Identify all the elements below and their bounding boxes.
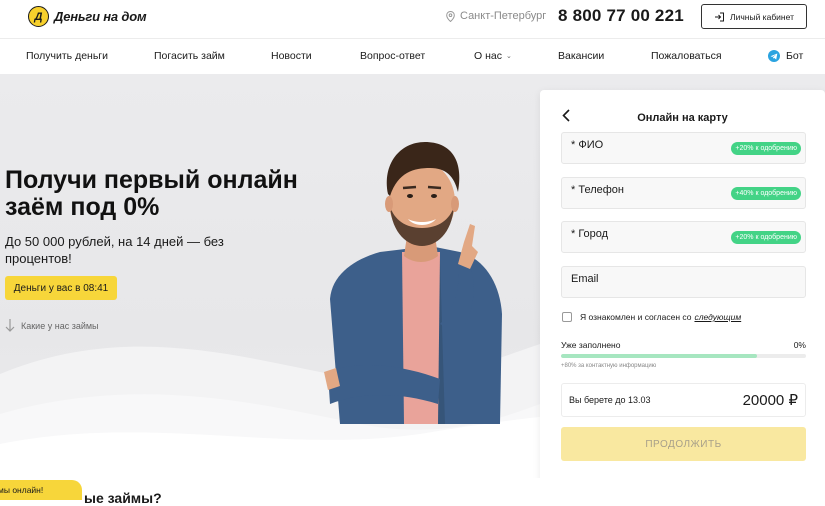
loans-link[interactable]: Какие у нас займы	[5, 319, 99, 332]
nav-label: Вакансии	[558, 50, 605, 62]
agreement-text: Я ознакомлен и согласен со	[580, 312, 692, 322]
arrow-down-icon	[5, 319, 15, 332]
repay-date-label: Вы берете до 13.03	[569, 395, 651, 405]
loan-form-card: Онлайн на карту * ФИО +20% к одобрению *…	[540, 90, 825, 485]
field-label: * Город	[571, 228, 609, 240]
hero-subtitle: До 50 000 рублей, на 14 дней — без проце…	[5, 234, 224, 266]
filled-label: Уже заполнено	[561, 340, 621, 350]
personal-cabinet-button[interactable]: Личный кабинет	[701, 4, 807, 29]
form-title: Онлайн на карту	[637, 112, 728, 124]
phone-number[interactable]: 8 800 77 00 221	[558, 6, 684, 26]
filled-percent: 0%	[793, 340, 806, 350]
logo-mark-icon: Д	[28, 6, 49, 27]
nav-label: Бот	[786, 50, 804, 62]
agreement-link[interactable]: следующим	[694, 312, 741, 322]
agreement-row: Я ознакомлен и согласен со следующим	[562, 312, 741, 322]
nav-label: Погасить займ	[154, 50, 225, 62]
smiling-man-image	[324, 142, 502, 424]
next-section-heading: ые займы?	[84, 490, 162, 506]
cabinet-label: Личный кабинет	[730, 11, 794, 22]
approval-badge: +20% к одобрению	[731, 142, 801, 155]
full-name-field[interactable]: * ФИО +20% к одобрению	[561, 132, 806, 164]
main-nav: Получить деньги Погасить займ Новости Во…	[0, 38, 825, 74]
repay-summary: Вы берете до 13.03 20000 ₽	[561, 383, 806, 417]
chevron-down-icon: ⌄	[505, 53, 512, 60]
nav-item-repay-loan[interactable]: Погасить займ	[154, 50, 225, 62]
nav-label: О нас	[474, 50, 502, 62]
loans-link-label: Какие у нас займы	[21, 320, 99, 331]
field-label: Email	[571, 273, 599, 285]
agreement-checkbox[interactable]	[562, 312, 572, 322]
nav-item-complain[interactable]: Пожаловаться	[651, 50, 722, 62]
nav-item-bot[interactable]: Бот	[768, 50, 803, 62]
online-chat-badge[interactable]: мы онлайн!	[0, 480, 82, 500]
nav-label: Получить деньги	[26, 50, 108, 62]
continue-button[interactable]: ПРОДОЛЖИТЬ	[561, 427, 806, 461]
city-field[interactable]: * Город +20% к одобрению	[561, 221, 806, 253]
filled-progress-row: Уже заполнено 0%	[561, 340, 806, 350]
repay-amount: 20000 ₽	[742, 392, 798, 409]
email-field[interactable]: Email	[561, 266, 806, 298]
nav-label: Пожаловаться	[651, 50, 722, 62]
field-label: * Телефон	[571, 184, 624, 196]
top-header: Д Деньги на дом Санкт-Петербург 8 800 77…	[0, 0, 825, 38]
money-time-button[interactable]: Деньги у вас в 08:41	[5, 276, 117, 300]
logo-text: Деньги на дом	[54, 9, 147, 24]
nav-item-vacancies[interactable]: Вакансии	[558, 50, 604, 62]
nav-label: Новости	[271, 50, 312, 62]
location-pin-icon	[446, 10, 455, 22]
nav-label: Вопрос-ответ	[360, 50, 426, 62]
nav-item-faq[interactable]: Вопрос-ответ	[360, 50, 425, 62]
city-label: Санкт-Петербург	[460, 10, 547, 22]
nav-item-get-money[interactable]: Получить деньги	[26, 50, 108, 62]
nav-item-about[interactable]: О нас ⌄	[474, 50, 512, 62]
progress-bar	[561, 354, 806, 358]
approval-badge: +40% к одобрению	[731, 187, 801, 200]
login-icon	[715, 12, 725, 21]
site-logo[interactable]: Д Деньги на дом	[28, 6, 147, 27]
progress-note: +80% за контактную информацию	[561, 363, 657, 369]
field-label: * ФИО	[571, 139, 604, 151]
approval-badge: +20% к одобрению	[731, 231, 801, 244]
hero-title: Получи первый онлайн заём под 0%	[5, 166, 298, 221]
city-selector[interactable]: Санкт-Петербург	[446, 10, 546, 22]
phone-field[interactable]: * Телефон +40% к одобрению	[561, 177, 806, 209]
nav-item-news[interactable]: Новости	[271, 50, 312, 62]
telegram-icon	[768, 50, 780, 62]
progress-bar-fill	[561, 354, 757, 358]
